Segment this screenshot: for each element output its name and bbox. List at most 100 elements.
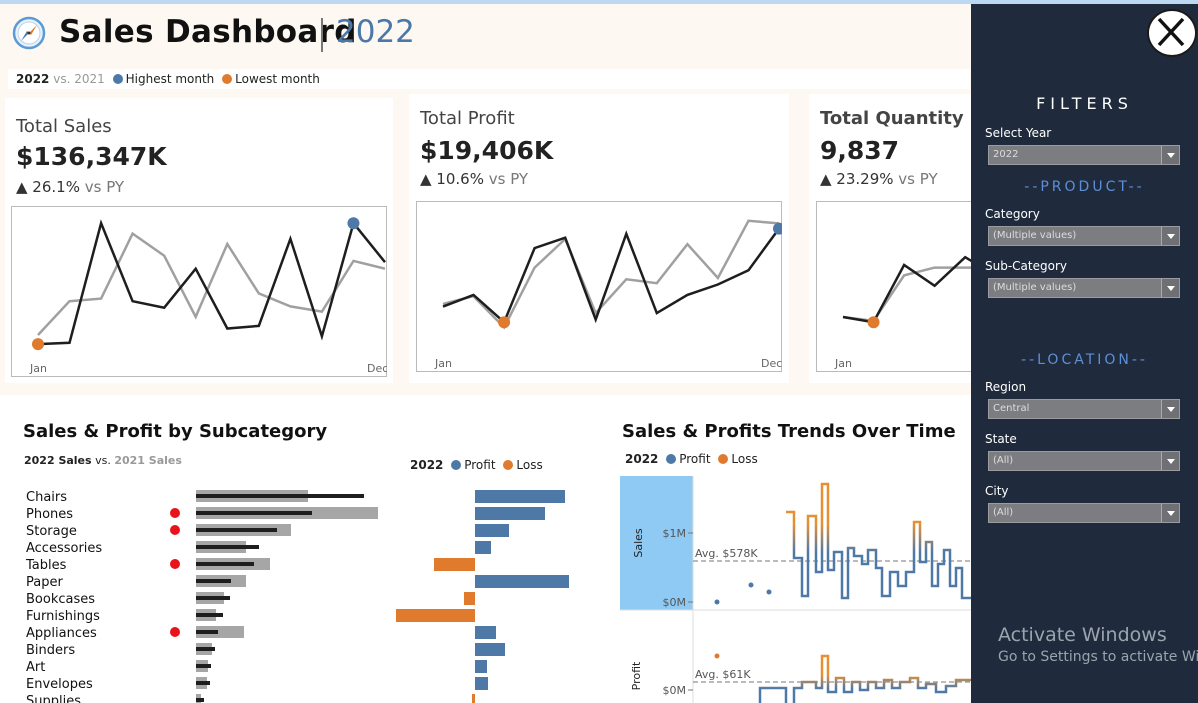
chevron-down-icon bbox=[1161, 452, 1179, 470]
subcategory-label: Appliances bbox=[26, 626, 97, 641]
kpi-value: 9,837 bbox=[820, 136, 900, 165]
kpi-change-value: ▲ 23.29% bbox=[820, 170, 894, 188]
subcategory-label: Binders bbox=[26, 643, 75, 658]
sales-bar bbox=[196, 579, 231, 583]
x-tick-end: Dec bbox=[367, 362, 387, 375]
lowest-month-marker bbox=[32, 338, 44, 351]
subcategory-label: Phones bbox=[26, 507, 73, 522]
kpi-change-vs: vs PY bbox=[84, 178, 125, 196]
lowest-month-marker bbox=[867, 316, 880, 329]
select-year-label: Select Year bbox=[985, 126, 1052, 140]
dashboard-header: Sales Dashboard 2022 bbox=[0, 4, 975, 68]
subcategory-dropdown[interactable]: (Multiple values) bbox=[988, 278, 1180, 298]
profit-tick-bottom: $0M bbox=[663, 684, 687, 697]
sales-tick-bottom: $0M bbox=[663, 596, 687, 609]
avg-profit-label: Avg. $61K bbox=[695, 668, 751, 681]
highest-month-marker bbox=[773, 222, 782, 235]
kpi-change: ▲ 10.6% vs PY bbox=[420, 170, 528, 188]
subcategory-label: Art bbox=[26, 660, 45, 675]
chevron-down-icon bbox=[1161, 504, 1179, 522]
lowest-month-dot bbox=[222, 74, 233, 84]
subcategory-label: Supplies bbox=[26, 694, 81, 703]
sales-bar bbox=[196, 647, 215, 651]
legend-highest: Highest month bbox=[125, 72, 215, 86]
avg-sales-label: Avg. $578K bbox=[695, 547, 758, 560]
subcategory-label: Bookcases bbox=[26, 592, 95, 607]
profit-bar bbox=[475, 507, 545, 520]
subcategory-label: Envelopes bbox=[26, 677, 93, 692]
legend-prev-year: 2021 bbox=[74, 72, 105, 86]
region-label: Region bbox=[985, 380, 1027, 394]
kpi-label: Total Quantity bbox=[820, 108, 964, 129]
select-year-value: 2022 bbox=[993, 149, 1019, 160]
subcategory-label: Paper bbox=[26, 575, 63, 590]
profit-bar bbox=[475, 575, 569, 588]
decline-flag-icon bbox=[170, 525, 180, 535]
region-dropdown[interactable]: Central bbox=[988, 399, 1180, 419]
title-divider bbox=[321, 18, 323, 52]
profit-bar bbox=[475, 643, 505, 656]
close-filters-button[interactable] bbox=[1147, 9, 1197, 57]
kpi-change: ▲ 26.1% vs PY bbox=[16, 178, 124, 196]
legend-loss: Loss bbox=[516, 458, 543, 472]
profit-bar bbox=[475, 490, 565, 503]
legend-loss: Loss bbox=[731, 452, 758, 466]
city-value: (All) bbox=[993, 507, 1014, 518]
region-value: Central bbox=[993, 403, 1030, 414]
x-tick-start: Jan bbox=[434, 357, 452, 370]
subcategory-chart: Chairs Phones Storage Accessories Tables Pape… bbox=[25, 490, 569, 703]
category-value: (Multiple values) bbox=[993, 230, 1077, 241]
product-section-label: --PRODUCT-- bbox=[1024, 179, 1145, 195]
chevron-down-icon bbox=[1161, 146, 1179, 164]
activation-watermark-title: Activate Windows bbox=[998, 624, 1167, 646]
chevron-down-icon bbox=[1161, 400, 1179, 418]
legend-vs: vs. bbox=[95, 454, 111, 467]
previous-year-line bbox=[842, 266, 971, 323]
page-title: Sales Dashboard bbox=[59, 14, 357, 50]
kpi-label: Total Profit bbox=[420, 108, 515, 129]
subcategory-value: (Multiple values) bbox=[993, 282, 1077, 293]
trends-title: Sales & Profits Trends Over Time bbox=[622, 421, 956, 442]
previous-year-line bbox=[37, 231, 386, 336]
kpi-card-quantity[interactable]: Total Quantity 9,837 ▲ 23.29% vs PY JanD… bbox=[809, 94, 971, 383]
kpi-card-profit[interactable]: Total Profit $19,406K ▲ 10.6% vs PY Jan D… bbox=[409, 94, 789, 383]
kpi-sparkline: Jan Dec bbox=[416, 201, 782, 372]
sales-dots bbox=[714, 582, 772, 659]
loss-bar bbox=[472, 694, 475, 703]
subcategory-label: Storage bbox=[26, 524, 77, 539]
kpi-change-value: ▲ 10.6% bbox=[420, 170, 484, 188]
kpi-card-sales[interactable]: Total Sales $136,347K ▲ 26.1% vs PY Jan D… bbox=[5, 98, 393, 383]
trends-legend: 2022 Profit Loss bbox=[625, 452, 758, 466]
profit-loss-legend: 2022 Profit Loss bbox=[410, 458, 543, 472]
select-year-dropdown[interactable]: 2022 bbox=[988, 145, 1180, 165]
kpi-label: Total Sales bbox=[16, 116, 112, 137]
legend-year: 2022 bbox=[625, 452, 659, 466]
profit-bar bbox=[475, 626, 496, 639]
x-tick-start: Jan bbox=[29, 362, 47, 375]
loss-bar bbox=[464, 592, 475, 605]
subcategory-label: Furnishings bbox=[26, 609, 100, 624]
legend-year: 2022 bbox=[410, 458, 444, 472]
loss-bar bbox=[434, 558, 475, 571]
sales-axis-highlight[interactable] bbox=[620, 476, 693, 610]
profit-bar bbox=[475, 524, 509, 537]
legend-profit: Profit bbox=[679, 452, 711, 466]
highest-month-marker bbox=[347, 217, 360, 230]
page-title-year: 2022 bbox=[336, 14, 415, 50]
highest-month-dot bbox=[112, 74, 123, 84]
kpi-value: $136,347K bbox=[16, 142, 167, 171]
city-dropdown[interactable]: (All) bbox=[988, 503, 1180, 523]
category-dropdown[interactable]: (Multiple values) bbox=[988, 226, 1180, 246]
profit-dot bbox=[666, 454, 677, 464]
profit-axis-label: Profit bbox=[630, 661, 643, 690]
sales-bar bbox=[196, 494, 364, 498]
decline-flag-icon bbox=[170, 627, 180, 637]
sales-bar bbox=[196, 613, 223, 617]
trends-chart: Sales Profit $1M $0M $0M Avg. $578K Avg.… bbox=[620, 476, 971, 703]
loss-dot bbox=[503, 460, 514, 470]
lowest-month-marker bbox=[498, 316, 511, 329]
sales-bar bbox=[196, 630, 218, 634]
sales-bar bbox=[196, 562, 254, 566]
kpi-change: ▲ 23.29% vs PY bbox=[820, 170, 938, 188]
state-dropdown[interactable]: (All) bbox=[988, 451, 1180, 471]
